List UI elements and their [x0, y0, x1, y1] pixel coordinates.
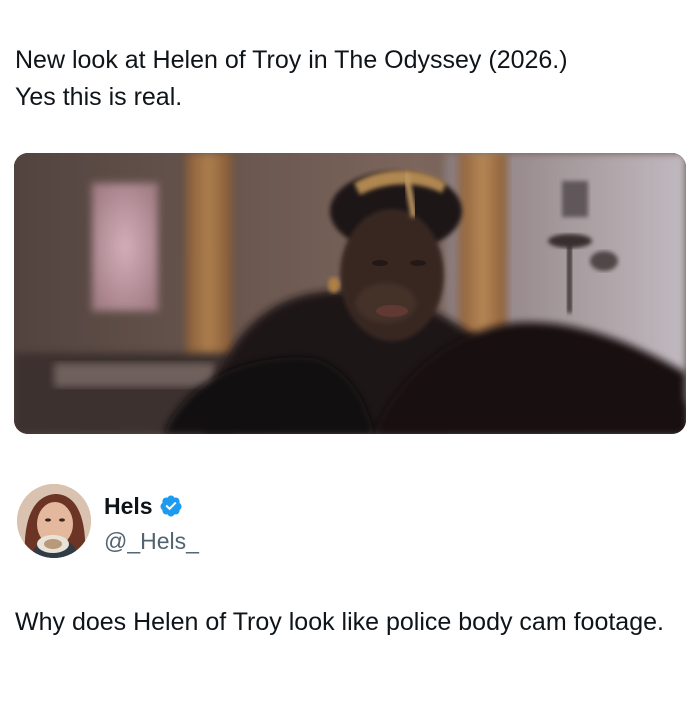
avatar-photo — [17, 484, 91, 558]
author-handle[interactable]: @_Hels_ — [104, 525, 199, 557]
verified-badge-icon — [159, 494, 183, 518]
author-display-name[interactable]: Hels — [104, 490, 153, 522]
author-name-row: Hels — [104, 490, 183, 522]
reply-text: Why does Helen of Troy look like police … — [15, 608, 664, 636]
video-still-image — [14, 153, 686, 434]
post-text: New look at Helen of Troy in The Odyssey… — [15, 46, 568, 111]
avatar[interactable] — [17, 484, 91, 558]
post-media-image[interactable] — [14, 153, 686, 434]
